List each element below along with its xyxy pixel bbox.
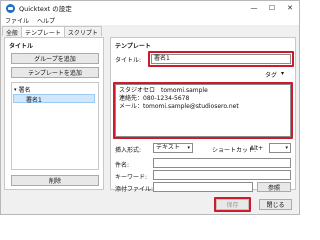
settings-window: Quicktext の設定 — ☐ ✕ ファイル ヘルプ 全般 テンプレート ス… (0, 0, 300, 215)
collapse-icon[interactable]: ▾ (14, 87, 17, 93)
insert-format-label: 挿入形式: (115, 147, 142, 154)
tree-group-signature[interactable]: ▾ 署名 (14, 85, 31, 95)
chevron-down-icon: ▾ (285, 145, 288, 151)
add-group-button[interactable]: グループを追加 (11, 53, 99, 64)
tab-general[interactable]: 全般 (2, 26, 23, 37)
template-editor-panel: テンプレート タイトル: 署名1 タグ ▾ スタジオセロ tomomi.samp… (110, 37, 296, 193)
tab-templates[interactable]: テンプレート (21, 26, 65, 37)
keyword-input[interactable] (153, 170, 291, 180)
browse-button[interactable]: 参照 (257, 182, 291, 192)
delete-button[interactable]: 削除 (11, 175, 99, 186)
tab-scripts[interactable]: スクリプト (63, 26, 102, 37)
add-template-button[interactable]: テンプレートを追加 (11, 67, 99, 78)
insert-format-select[interactable]: テキスト ▾ (153, 143, 193, 153)
tree-group-label: 署名 (18, 87, 31, 94)
window-title: Quicktext の設定 (19, 5, 72, 13)
minimize-icon[interactable]: — (245, 1, 263, 15)
menu-help[interactable]: ヘルプ (33, 16, 59, 25)
title-highlight (148, 51, 294, 67)
subject-input[interactable] (153, 158, 291, 168)
tag-label: タグ (265, 72, 278, 79)
template-tree: ▾ 署名 署名1 (11, 82, 99, 170)
app-icon (6, 3, 15, 13)
attachment-input[interactable] (153, 182, 253, 192)
tab-bar: 全般 テンプレート スクリプト (2, 26, 102, 37)
attachment-label: 添付ファイル: (115, 186, 154, 193)
chevron-down-icon: ▾ (187, 145, 190, 151)
close-icon[interactable]: ✕ (281, 1, 299, 15)
title-label: タイトル: (115, 57, 142, 64)
tree-item-signature1[interactable]: 署名1 (13, 94, 95, 104)
menu-bar: ファイル ヘルプ (1, 15, 299, 25)
insert-format-value: テキスト (156, 144, 180, 151)
template-list-panel: タイトル グループを追加 テンプレートを追加 ▾ 署名 署名1 削除 (4, 37, 104, 190)
body-highlight (113, 82, 293, 139)
shortcut-modifier: Alt+ (250, 145, 264, 152)
subject-label: 件名: (115, 162, 130, 169)
tag-dropdown-icon[interactable]: ▾ (281, 70, 284, 77)
title-bar: Quicktext の設定 — ☐ ✕ (1, 1, 299, 15)
keyword-label: キーワード: (115, 174, 148, 181)
tree-item-label: 署名1 (26, 97, 42, 104)
shortcut-select[interactable]: ▾ (269, 143, 291, 153)
left-section-title: タイトル (9, 43, 34, 50)
close-button[interactable]: 閉じる (259, 199, 292, 210)
maximize-icon[interactable]: ☐ (263, 1, 281, 15)
window-controls: — ☐ ✕ (245, 1, 299, 15)
menu-file[interactable]: ファイル (1, 16, 33, 25)
right-section-title: テンプレート (115, 43, 151, 50)
save-highlight (214, 197, 251, 212)
